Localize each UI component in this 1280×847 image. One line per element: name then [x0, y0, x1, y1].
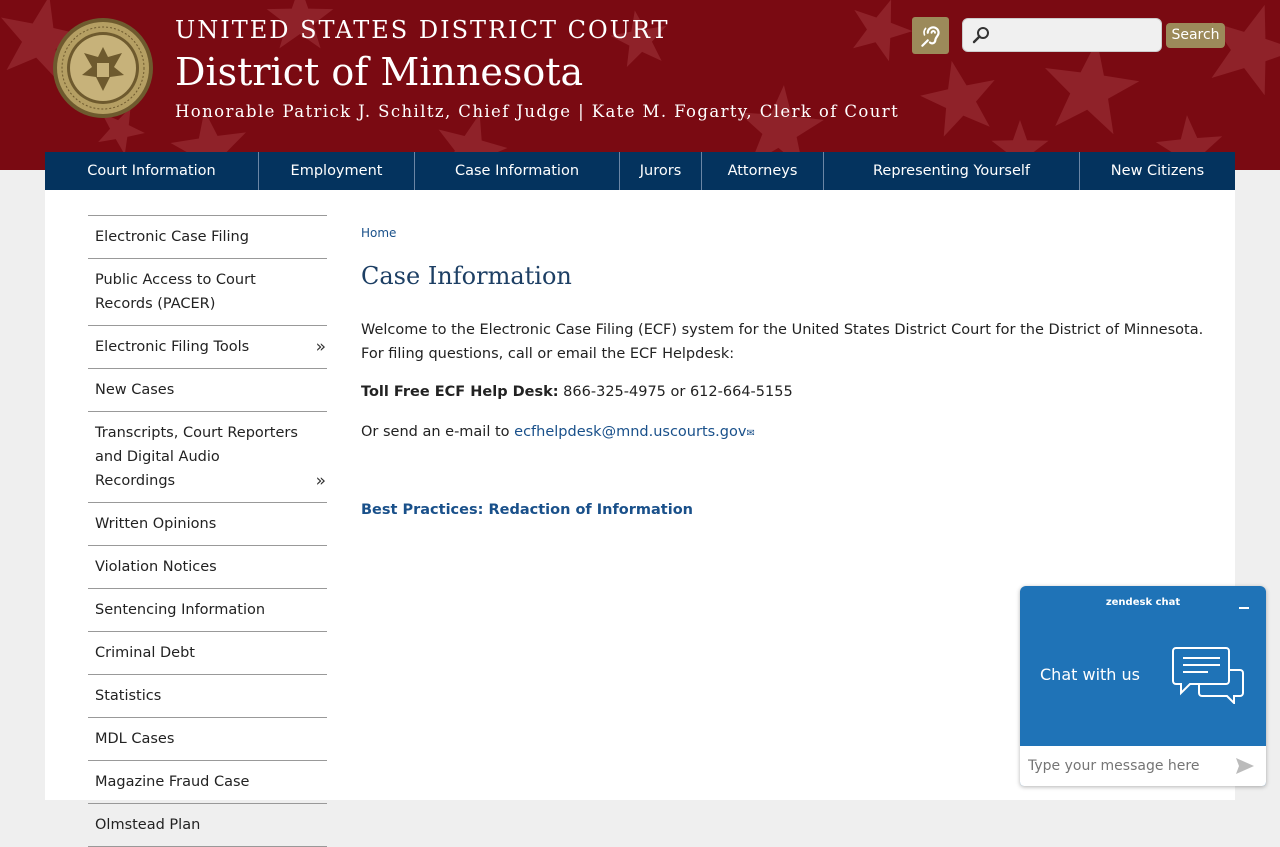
intro-text: Welcome to the Electronic Case Filing (E… [361, 322, 1204, 362]
tollfree-label: Toll Free ECF Help Desk: [361, 384, 559, 400]
double-chevron-right-icon[interactable]: » [316, 469, 326, 493]
nav-representing-yourself[interactable]: Representing Yourself [824, 152, 1080, 190]
nav-case-information[interactable]: Case Information [415, 152, 620, 190]
nav-attorneys[interactable]: Attorneys [702, 152, 824, 190]
assistive-listening-icon [920, 25, 940, 47]
search-input[interactable] [962, 18, 1162, 52]
sidebar-item-label: Statistics [95, 688, 162, 704]
send-icon[interactable] [1235, 757, 1255, 775]
sidebar-item-label: Criminal Debt [95, 645, 195, 661]
sidebar-nav: Electronic Case Filing Public Access to … [88, 215, 327, 847]
sidebar-item-magazine-fraud-case[interactable]: Magazine Fraud Case [88, 761, 327, 804]
sidebar-item-electronic-case-filing[interactable]: Electronic Case Filing [88, 216, 327, 259]
search-icon [972, 27, 989, 44]
sidebar-item-criminal-debt[interactable]: Criminal Debt [88, 632, 327, 675]
site-header: UNITED STATES DISTRICT COURT District of… [0, 0, 1280, 170]
nav-court-information[interactable]: Court Information [45, 152, 259, 190]
chat-input-bar [1020, 746, 1266, 786]
tollfree-numbers: 866-325-4975 or 612-664-5155 [558, 384, 793, 400]
sidebar-item-label: New Cases [95, 382, 175, 398]
email-line: Or send an e-mail to ecfhelpdesk@mnd.usc… [361, 420, 755, 446]
sidebar-item-statistics[interactable]: Statistics [88, 675, 327, 718]
double-chevron-right-icon[interactable]: » [316, 335, 326, 359]
court-seal [53, 18, 153, 118]
sidebar-item-label: Olmstead Plan [95, 817, 201, 833]
nav-jurors[interactable]: Jurors [620, 152, 702, 190]
judges-line: Honorable Patrick J. Schiltz, Chief Judg… [175, 102, 900, 121]
sidebar-item-transcripts[interactable]: Transcripts, Court Reporters and Digital… [88, 412, 327, 503]
email-prefix: Or send an e-mail to [361, 424, 515, 440]
sidebar-item-label: Written Opinions [95, 516, 217, 532]
breadcrumb-home[interactable]: Home [361, 226, 396, 240]
email-link[interactable]: ecfhelpdesk@mnd.uscourts.gov [514, 424, 746, 440]
search-button[interactable]: Search [1166, 23, 1225, 48]
assistive-listening-button[interactable] [912, 17, 949, 54]
district-name[interactable]: District of Minnesota [175, 50, 583, 94]
chat-message-input[interactable] [1028, 756, 1218, 776]
external-mail-icon: ✉ [746, 428, 755, 439]
sidebar-item-label: Public Access to Court Records (PACER) [95, 272, 256, 312]
chat-widget[interactable]: zendesk chat Chat with us [1020, 586, 1266, 786]
sidebar-item-new-cases[interactable]: New Cases [88, 369, 327, 412]
nav-employment[interactable]: Employment [259, 152, 415, 190]
sidebar-item-label: Electronic Filing Tools [95, 339, 250, 355]
sidebar-item-label: Violation Notices [95, 559, 217, 575]
nav-new-citizens[interactable]: New Citizens [1080, 152, 1235, 190]
sidebar-item-label: MDL Cases [95, 731, 175, 747]
sidebar-item-label: Transcripts, Court Reporters and Digital… [95, 425, 298, 489]
minimize-icon[interactable] [1237, 598, 1251, 612]
page-title: Case Information [361, 262, 572, 290]
chat-headline[interactable]: Chat with us [1040, 665, 1140, 684]
sidebar-item-written-opinions[interactable]: Written Opinions [88, 503, 327, 546]
tollfree-line: Toll Free ECF Help Desk: 866-325-4975 or… [361, 380, 793, 404]
chat-brand: zendesk chat [1105, 597, 1181, 608]
sidebar-item-sentencing-information[interactable]: Sentencing Information [88, 589, 327, 632]
sidebar-item-label: Magazine Fraud Case [95, 774, 250, 790]
chat-bubbles-icon [1172, 647, 1244, 704]
sidebar-item-olmstead-plan[interactable]: Olmstead Plan [88, 804, 327, 847]
court-name: UNITED STATES DISTRICT COURT [175, 16, 670, 44]
sidebar-item-electronic-filing-tools[interactable]: Electronic Filing Tools » [88, 326, 327, 369]
sidebar-item-label: Electronic Case Filing [95, 229, 249, 245]
sidebar-item-label: Sentencing Information [95, 602, 266, 618]
sidebar-item-violation-notices[interactable]: Violation Notices [88, 546, 327, 589]
main-nav: Court Information Employment Case Inform… [45, 152, 1235, 190]
sidebar-item-pacer[interactable]: Public Access to Court Records (PACER) [88, 259, 327, 326]
best-practices-link[interactable]: Best Practices: Redaction of Information [361, 498, 693, 522]
sidebar-item-mdl-cases[interactable]: MDL Cases [88, 718, 327, 761]
